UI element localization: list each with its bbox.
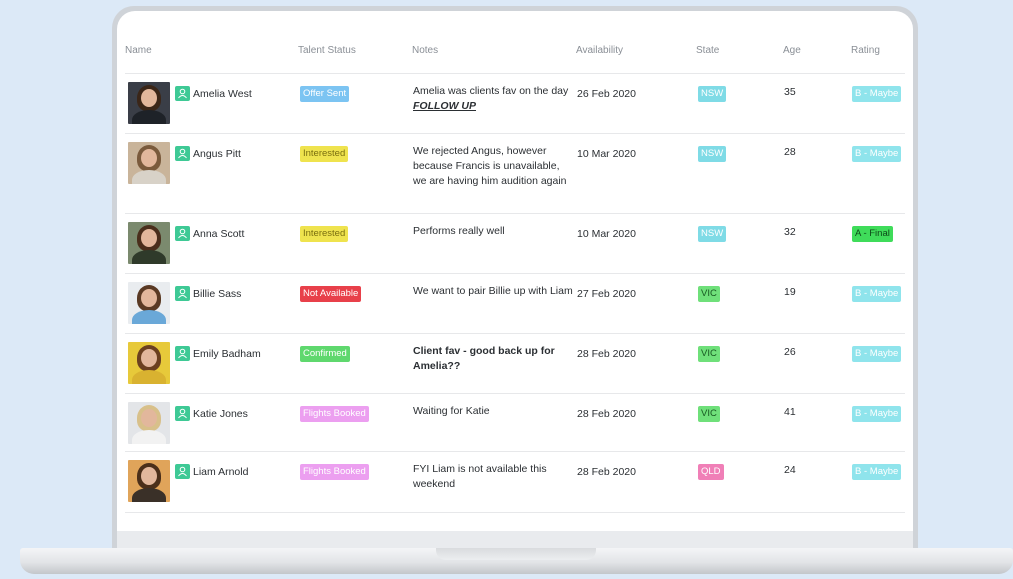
talent-age: 32 [784, 226, 796, 238]
rating-badge[interactable]: B - Maybe [852, 464, 902, 480]
talent-notes[interactable]: Waiting for Katie [413, 404, 573, 419]
talent-age: 24 [784, 464, 796, 476]
talent-name[interactable]: Katie Jones [193, 408, 248, 420]
availability-date: 10 Mar 2020 [577, 228, 636, 240]
person-icon[interactable] [175, 86, 190, 101]
table-row[interactable]: Katie Jones Flights Booked Waiting for K… [125, 393, 905, 451]
rating-badge[interactable]: B - Maybe [852, 286, 902, 302]
laptop-notch [436, 548, 596, 560]
rating-badge[interactable]: B - Maybe [852, 346, 902, 362]
state-badge[interactable]: QLD [698, 464, 724, 480]
talent-age: 19 [784, 286, 796, 298]
status-badge[interactable]: Flights Booked [300, 464, 369, 480]
status-badge[interactable]: Not Available [300, 286, 362, 302]
talent-name[interactable]: Angus Pitt [193, 148, 241, 160]
availability-date: 10 Mar 2020 [577, 148, 636, 160]
person-icon[interactable] [175, 346, 190, 361]
state-badge[interactable]: NSW [698, 146, 727, 162]
column-header-status[interactable]: Talent Status [298, 45, 356, 56]
talent-name[interactable]: Emily Badham [193, 348, 261, 360]
state-badge[interactable]: VIC [698, 346, 720, 362]
status-badge[interactable]: Confirmed [300, 346, 350, 362]
talent-age: 41 [784, 406, 796, 418]
column-header-name[interactable]: Name [125, 45, 152, 56]
availability-date: 28 Feb 2020 [577, 408, 636, 420]
column-header-rating[interactable]: Rating [851, 45, 880, 56]
talent-photo[interactable] [128, 82, 170, 124]
talent-name[interactable]: Anna Scott [193, 228, 244, 240]
rating-badge[interactable]: B - Maybe [852, 406, 902, 422]
talent-photo[interactable] [128, 282, 170, 324]
talent-table-body: Amelia West Offer Sent Amelia was client… [125, 73, 905, 513]
table-header: Name Talent Status Notes Availability St… [125, 11, 905, 74]
status-badge[interactable]: Offer Sent [300, 86, 350, 102]
table-row[interactable]: Billie Sass Not Available We want to pai… [125, 273, 905, 333]
availability-date: 27 Feb 2020 [577, 288, 636, 300]
talent-photo[interactable] [128, 222, 170, 264]
talent-name[interactable]: Amelia West [193, 88, 252, 100]
person-icon[interactable] [175, 226, 190, 241]
talent-name[interactable]: Liam Arnold [193, 466, 248, 478]
rating-badge[interactable]: A - Final [852, 226, 893, 242]
column-header-age[interactable]: Age [783, 45, 801, 56]
table-row[interactable]: Emily Badham Confirmed Client fav - good… [125, 333, 905, 393]
state-badge[interactable]: NSW [698, 86, 727, 102]
column-header-availability[interactable]: Availability [576, 45, 623, 56]
talent-photo[interactable] [128, 342, 170, 384]
availability-date: 28 Feb 2020 [577, 466, 636, 478]
talent-notes[interactable]: Client fav - good back up for Amelia?? [413, 344, 573, 374]
talent-age: 26 [784, 346, 796, 358]
talent-notes[interactable]: Amelia was clients fav on the day FOLLOW… [413, 84, 573, 114]
laptop-bezel [117, 531, 913, 549]
talent-notes[interactable]: We want to pair Billie up with Liam [413, 284, 573, 299]
laptop-screen: Name Talent Status Notes Availability St… [117, 11, 913, 531]
column-header-notes[interactable]: Notes [412, 45, 438, 56]
talent-photo[interactable] [128, 460, 170, 502]
table-row[interactable]: Liam Arnold Flights Booked FYI Liam is n… [125, 451, 905, 513]
person-icon[interactable] [175, 464, 190, 479]
talent-age: 35 [784, 86, 796, 98]
talent-notes[interactable]: FYI Liam is not available this weekend [413, 462, 573, 492]
rating-badge[interactable]: B - Maybe [852, 146, 902, 162]
status-badge[interactable]: Interested [300, 146, 349, 162]
status-badge[interactable]: Interested [300, 226, 349, 242]
column-header-state[interactable]: State [696, 45, 719, 56]
availability-date: 28 Feb 2020 [577, 348, 636, 360]
person-icon[interactable] [175, 406, 190, 421]
person-icon[interactable] [175, 146, 190, 161]
talent-photo[interactable] [128, 142, 170, 184]
talent-name[interactable]: Billie Sass [193, 288, 241, 300]
person-icon[interactable] [175, 286, 190, 301]
talent-photo[interactable] [128, 402, 170, 444]
availability-date: 26 Feb 2020 [577, 88, 636, 100]
table-row[interactable]: Anna Scott Interested Performs really we… [125, 213, 905, 273]
state-badge[interactable]: VIC [698, 406, 720, 422]
state-badge[interactable]: VIC [698, 286, 720, 302]
status-badge[interactable]: Flights Booked [300, 406, 369, 422]
table-row[interactable]: Angus Pitt Interested We rejected Angus,… [125, 133, 905, 213]
notes-emphasis: FOLLOW UP [413, 100, 476, 112]
rating-badge[interactable]: B - Maybe [852, 86, 902, 102]
talent-age: 28 [784, 146, 796, 158]
talent-notes[interactable]: We rejected Angus, however because Franc… [413, 144, 573, 189]
table-row[interactable]: Amelia West Offer Sent Amelia was client… [125, 73, 905, 133]
state-badge[interactable]: NSW [698, 226, 727, 242]
talent-notes[interactable]: Performs really well [413, 224, 573, 239]
